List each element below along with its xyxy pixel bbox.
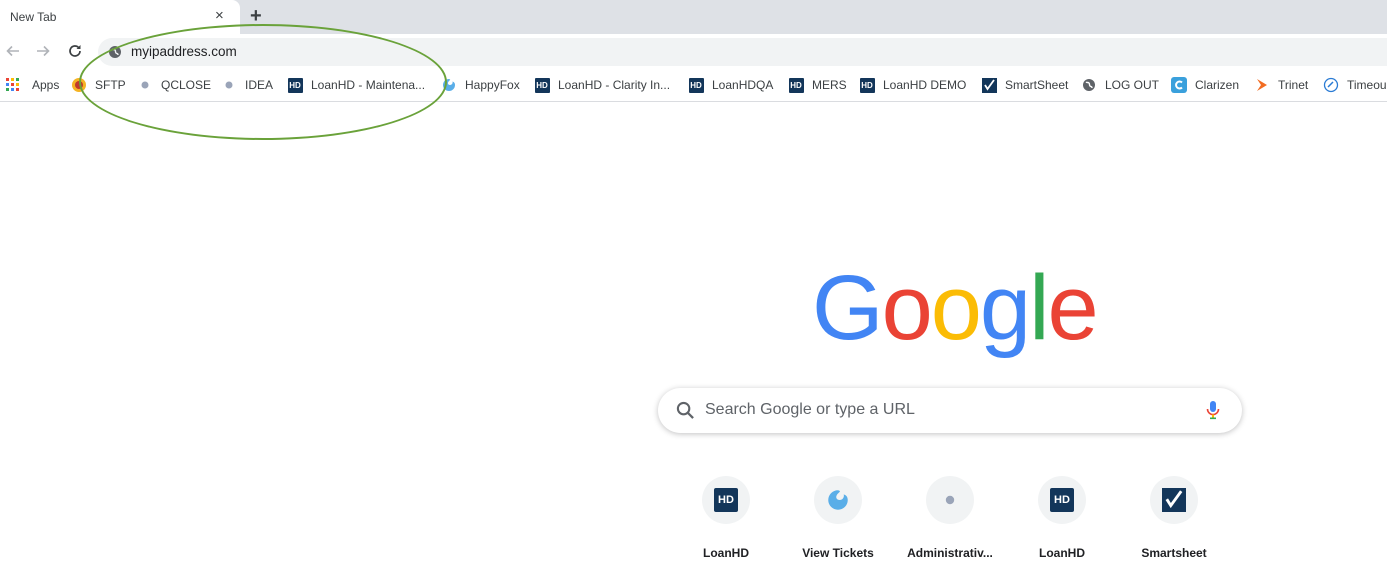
apps-grid-icon xyxy=(5,77,21,93)
bookmark-idea[interactable]: IDEA xyxy=(221,76,273,94)
shortcut-tile[interactable]: HD LoanHD xyxy=(670,476,782,574)
hd-icon-text: HD xyxy=(287,77,303,93)
back-button[interactable] xyxy=(2,40,24,62)
forward-button[interactable] xyxy=(32,40,54,62)
bookmark-loanhdqa[interactable]: HD LoanHDQA xyxy=(688,76,773,94)
bookmark-label: QCLOSE xyxy=(161,78,212,92)
shortcut-icon-circle: HD xyxy=(702,476,750,524)
search-box[interactable] xyxy=(658,388,1242,433)
bookmark-loanhd-demo[interactable]: HD LoanHD DEMO xyxy=(859,76,966,94)
microphone-icon xyxy=(1206,401,1220,420)
small-logo-icon xyxy=(221,77,237,93)
shortcut-label: View Tickets xyxy=(802,546,874,560)
logo-letter: g xyxy=(979,257,1031,359)
bookmark-log-out[interactable]: LOG OUT xyxy=(1081,76,1159,94)
new-tab-button[interactable]: + xyxy=(250,5,262,27)
hd-icon-text: HD xyxy=(688,77,704,93)
sftp-icon xyxy=(71,77,87,93)
bookmark-happyfox[interactable]: HappyFox xyxy=(441,76,520,94)
bookmark-label: Clarizen xyxy=(1195,78,1240,92)
bookmark-timeout[interactable]: Timeou xyxy=(1323,76,1387,94)
smartsheet-icon xyxy=(981,77,997,93)
hd-icon-text: HD xyxy=(534,77,550,93)
shortcut-label: Smartsheet xyxy=(1141,546,1207,560)
tab-new-tab[interactable]: New Tab × xyxy=(0,0,240,34)
shortcut-label: LoanHD xyxy=(703,546,749,560)
bookmark-loanhd-clarity[interactable]: HD LoanHD - Clarity In... xyxy=(534,76,670,94)
bookmark-apps[interactable]: Apps xyxy=(5,76,59,94)
bookmark-label: LOG OUT xyxy=(1105,78,1160,92)
hd-icon-text: HD xyxy=(788,77,804,93)
logo-letter: G xyxy=(812,257,884,359)
shortcut-label: LoanHD xyxy=(1039,546,1085,560)
bookmark-label: Apps xyxy=(32,78,60,92)
shortcut-tile[interactable]: Administrativ... xyxy=(894,476,1006,574)
shortcut-tile[interactable]: HD LoanHD xyxy=(1006,476,1118,574)
shortcut-label: Administrativ... xyxy=(907,546,993,560)
hd-icon: HD xyxy=(534,77,550,93)
hd-icon: HD xyxy=(788,77,804,93)
bookmark-loanhd-maintenance[interactable]: HD LoanHD - Maintena... xyxy=(287,76,425,94)
bookmark-smartsheet[interactable]: SmartSheet xyxy=(981,76,1068,94)
logo-letter: o xyxy=(881,257,933,359)
tab-strip: New Tab × + xyxy=(0,0,1387,34)
url-text: myipaddress.com xyxy=(131,44,237,59)
shortcut-tile[interactable]: Smartsheet xyxy=(1118,476,1230,574)
forward-arrow-icon xyxy=(37,45,50,57)
globe-icon xyxy=(1081,77,1097,93)
shortcut-icon-circle xyxy=(926,476,974,524)
logo-letter: l xyxy=(1029,257,1050,359)
happyfox-icon xyxy=(828,490,848,510)
globe-icon xyxy=(109,46,121,58)
logo-letter: o xyxy=(930,257,982,359)
logo-letter: e xyxy=(1047,257,1099,359)
search-icon xyxy=(676,401,694,419)
bookmark-label: LoanHD - Clarity In... xyxy=(558,78,671,92)
bookmark-label: LoanHD - Maintena... xyxy=(311,78,426,92)
bookmark-trinet[interactable]: Trinet xyxy=(1254,76,1308,94)
smartsheet-icon xyxy=(1162,488,1186,512)
back-arrow-icon xyxy=(6,45,19,57)
small-logo-icon xyxy=(137,77,153,93)
hd-icon: HD xyxy=(688,77,704,93)
tab-title: New Tab xyxy=(10,10,57,24)
bookmark-label: HappyFox xyxy=(465,78,520,92)
shortcut-icon-circle: HD xyxy=(1038,476,1086,524)
hd-icon-text: HD xyxy=(859,77,875,93)
hd-icon: HD xyxy=(287,77,303,93)
google-logo: Google xyxy=(812,257,1099,359)
clarizen-icon xyxy=(1171,77,1187,93)
bookmark-mers[interactable]: HD MERS xyxy=(788,76,847,94)
shortcut-icon-circle xyxy=(1150,476,1198,524)
shortcut-icon-circle xyxy=(814,476,862,524)
address-bar[interactable]: myipaddress.com xyxy=(98,38,1387,66)
shortcut-tile[interactable]: View Tickets xyxy=(782,476,894,574)
hd-icon: HD xyxy=(714,488,738,512)
reload-icon xyxy=(69,45,81,57)
close-tab-icon[interactable]: × xyxy=(215,8,224,24)
bookmark-label: Trinet xyxy=(1278,78,1309,92)
happyfox-icon xyxy=(441,77,457,93)
bookmark-label: LoanHDQA xyxy=(712,78,774,92)
bookmark-label: Timeou xyxy=(1347,78,1387,92)
bookmark-sftp[interactable]: SFTP xyxy=(71,76,126,94)
trinet-icon xyxy=(1254,77,1270,93)
reload-button[interactable] xyxy=(64,40,86,62)
search-input[interactable] xyxy=(705,399,1185,421)
hd-icon: HD xyxy=(1050,488,1074,512)
bookmark-label: SmartSheet xyxy=(1005,78,1069,92)
timeout-icon xyxy=(1323,77,1339,93)
hd-icon: HD xyxy=(859,77,875,93)
bookmark-qclose[interactable]: QCLOSE xyxy=(137,76,211,94)
bookmark-label: LoanHD DEMO xyxy=(883,78,967,92)
bookmark-label: MERS xyxy=(812,78,847,92)
bookmark-clarizen[interactable]: Clarizen xyxy=(1171,76,1239,94)
bookmarks-bar: Apps SFTP QCLOSE IDEA HD LoanHD - Mainte… xyxy=(0,68,1387,102)
small-logo-icon xyxy=(945,495,955,505)
bookmark-label: SFTP xyxy=(95,78,126,92)
toolbar: myipaddress.com xyxy=(0,34,1387,68)
bookmark-label: IDEA xyxy=(245,78,274,92)
